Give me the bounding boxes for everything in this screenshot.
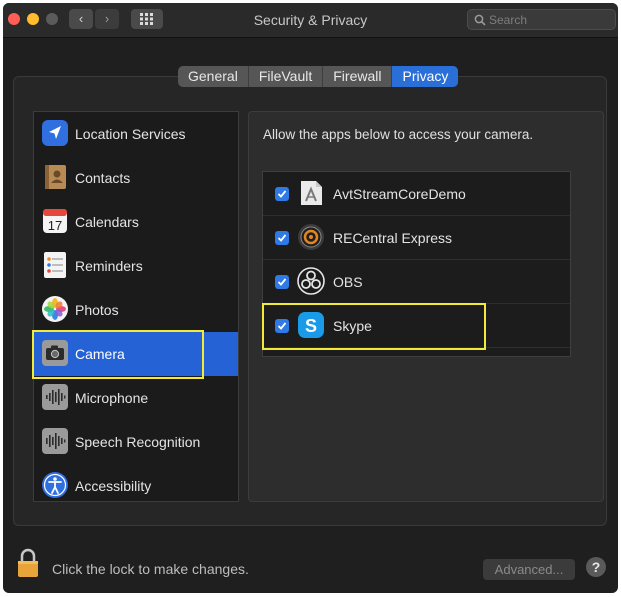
search-field[interactable]	[467, 9, 616, 30]
app-name: RECentral Express	[333, 230, 453, 246]
checkmark-icon	[277, 234, 287, 242]
sidebar-item-microphone[interactable]: Microphone	[34, 376, 238, 420]
app-checkbox[interactable]	[275, 275, 289, 289]
camera-access-instruction: Allow the apps below to access your came…	[263, 127, 534, 142]
sidebar-item-label: Accessibility	[75, 478, 152, 494]
contacts-book-icon	[45, 165, 66, 189]
sidebar-item-calendars[interactable]: 17 Calendars	[34, 200, 238, 244]
photos-flower-icon	[42, 296, 68, 322]
sidebar-item-location-services[interactable]: Location Services	[34, 112, 238, 156]
search-input[interactable]	[487, 11, 609, 28]
app-name: OBS	[333, 274, 363, 290]
app-row-avtstreamcoredemo[interactable]: AvtStreamCoreDemo	[263, 172, 570, 216]
microphone-waveform-icon	[42, 384, 68, 410]
title-bar: ‹ › Security & Privacy	[3, 3, 618, 38]
camera-highlight-box	[32, 330, 204, 379]
sidebar-item-photos[interactable]: Photos	[34, 288, 238, 332]
sidebar-item-label: Reminders	[75, 258, 143, 274]
sidebar-item-label: Location Services	[75, 126, 186, 142]
recentral-app-icon	[298, 224, 324, 250]
footer-bar: Click the lock to make changes. Advanced…	[3, 532, 618, 593]
reminders-list-icon	[44, 252, 66, 278]
search-icon	[474, 14, 486, 26]
lock-icon[interactable]	[16, 548, 40, 578]
sidebar-item-label: Photos	[75, 302, 119, 318]
obs-app-icon	[297, 267, 325, 295]
app-checkbox[interactable]	[275, 231, 289, 245]
tab-general[interactable]: General	[178, 66, 249, 87]
sidebar-item-label: Speech Recognition	[75, 434, 201, 450]
svg-text:17: 17	[48, 218, 62, 233]
app-row-recentral-express[interactable]: RECentral Express	[263, 216, 570, 260]
checkmark-icon	[277, 278, 287, 286]
sidebar-item-label: Calendars	[75, 214, 139, 230]
sidebar-item-label: Microphone	[75, 390, 149, 406]
app-row-obs[interactable]: OBS	[263, 260, 570, 304]
app-checkbox[interactable]	[275, 187, 289, 201]
accessibility-person-icon	[42, 472, 68, 498]
sidebar-item-contacts[interactable]: Contacts	[34, 156, 238, 200]
location-arrow-icon	[42, 120, 68, 146]
skype-highlight-box	[262, 303, 486, 350]
tab-firewall[interactable]: Firewall	[323, 66, 393, 87]
tab-filevault[interactable]: FileVault	[249, 66, 324, 87]
tab-bar: General FileVault Firewall Privacy	[178, 66, 459, 87]
calendar-icon: 17	[43, 209, 67, 233]
app-name: AvtStreamCoreDemo	[333, 186, 466, 202]
tab-privacy[interactable]: Privacy	[392, 66, 459, 87]
sidebar-item-accessibility[interactable]: Accessibility	[34, 464, 238, 508]
privacy-sidebar: Location Services Contacts 17 Calendars	[33, 111, 239, 502]
avtstream-app-icon	[301, 181, 322, 205]
security-privacy-window: ‹ › Security & Privacy General FileVault…	[3, 3, 618, 593]
help-button[interactable]: ?	[586, 557, 606, 577]
sidebar-item-label: Contacts	[75, 170, 131, 186]
lock-status-text: Click the lock to make changes.	[52, 561, 249, 577]
sidebar-item-speech-recognition[interactable]: Speech Recognition	[34, 420, 238, 464]
checkmark-icon	[277, 190, 287, 198]
speech-waveform-icon	[42, 428, 68, 454]
sidebar-item-reminders[interactable]: Reminders	[34, 244, 238, 288]
advanced-button[interactable]: Advanced...	[483, 559, 575, 580]
